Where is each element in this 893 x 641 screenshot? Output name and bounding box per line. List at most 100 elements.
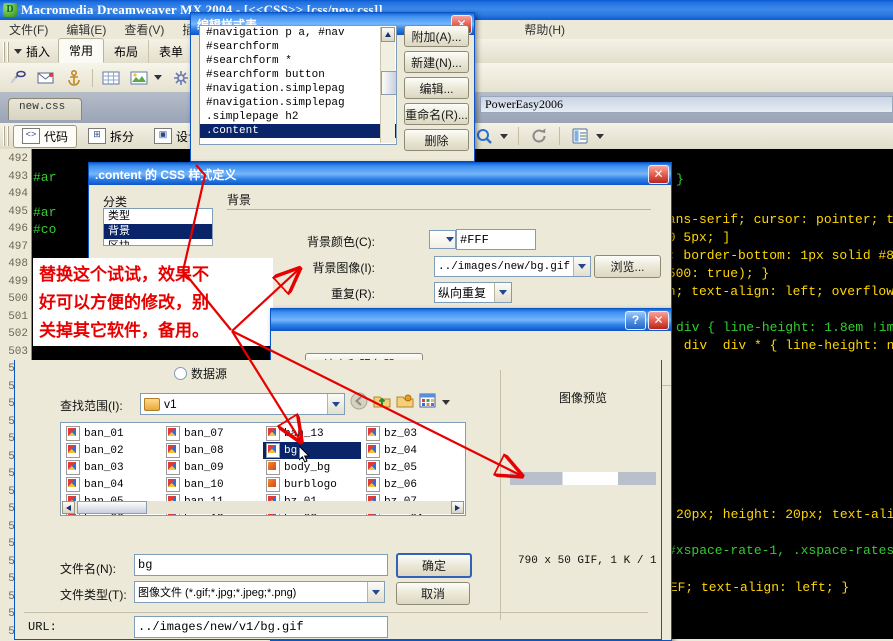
chevron-down-icon[interactable] — [596, 134, 604, 139]
stylesheet-rule-item[interactable]: #searchform button — [200, 68, 396, 82]
close-icon[interactable]: ✕ — [648, 165, 669, 184]
file-list-item[interactable]: ban_10 — [163, 476, 261, 493]
chevron-down-icon[interactable] — [500, 134, 508, 139]
css-definition-titlebar[interactable]: .content 的 CSS 样式定义 ✕ — [89, 163, 671, 185]
cancel-button[interactable]: 取消 — [396, 582, 470, 605]
image-file-icon — [66, 477, 80, 492]
insert-tab-layout[interactable]: 布局 — [104, 40, 149, 63]
category-item[interactable]: 类型 — [104, 209, 212, 224]
rename-button[interactable]: 重命名(R)... — [404, 103, 469, 125]
scrollbar-thumb[interactable] — [381, 71, 397, 95]
category-item[interactable]: 背景 — [104, 224, 212, 239]
scroll-left-button[interactable] — [62, 501, 75, 514]
file-list-item[interactable]: ban_01 — [63, 425, 161, 442]
menu-help[interactable]: 帮助(H) — [515, 20, 574, 39]
file-list-hscrollbar[interactable] — [62, 501, 464, 514]
menu-view[interactable]: 查看(V) — [115, 20, 173, 39]
view-split-button[interactable]: ⊞ 拆分 — [79, 125, 143, 148]
table-icon[interactable] — [100, 67, 122, 89]
new-folder-icon[interactable] — [396, 393, 414, 412]
preview-browser-icon[interactable] — [473, 125, 495, 147]
file-list-item[interactable]: bg — [263, 442, 361, 459]
file-name-label: ban_04 — [84, 479, 124, 491]
insert-tab-common[interactable]: 常用 — [58, 38, 104, 63]
anchor-icon[interactable] — [63, 67, 85, 89]
view-code-button[interactable]: <> 代码 — [13, 125, 77, 148]
file-list-item[interactable]: bz_05 — [363, 459, 461, 476]
chevron-down-icon[interactable] — [327, 394, 344, 414]
new-button[interactable]: 新建(N)... — [404, 51, 469, 73]
file-management-icon[interactable] — [569, 125, 591, 147]
insert-tab-forms[interactable]: 表单 — [149, 40, 194, 63]
up-folder-icon[interactable] — [373, 393, 391, 412]
stylesheet-rule-item[interactable]: .content — [200, 124, 396, 138]
attach-button[interactable]: 附加(A)... — [404, 25, 469, 47]
chevron-down-icon[interactable] — [494, 283, 511, 302]
data-source-radio[interactable]: 数据源 — [174, 365, 227, 382]
url-input[interactable]: ../images/new/v1/bg.gif — [134, 616, 388, 638]
select-image-titlebar[interactable]: ? ✕ — [271, 309, 671, 331]
chevron-down-icon[interactable] — [367, 582, 384, 602]
close-icon[interactable]: ✕ — [648, 311, 669, 330]
ok-button[interactable]: 确定 — [396, 553, 472, 578]
category-list[interactable]: 类型背景区块 — [103, 208, 213, 246]
chevron-down-icon[interactable] — [442, 400, 450, 405]
browse-button[interactable]: 浏览... — [594, 255, 661, 278]
document-title-field[interactable]: PowerEasy2006 — [480, 96, 893, 113]
document-tab-new-css[interactable]: new.css — [8, 98, 82, 120]
stylesheet-rule-item[interactable]: #searchform * — [200, 54, 396, 68]
filetype-combo[interactable]: 图像文件 (*.gif;*.jpg;*.jpeg;*.png) — [134, 581, 385, 603]
stylesheet-rule-list[interactable]: #navigation p a, #nav#searchform#searchf… — [199, 25, 397, 145]
help-icon[interactable]: ? — [625, 311, 646, 330]
file-name-label: bz_04 — [384, 445, 417, 457]
stylesheet-rule-item[interactable]: #searchform — [200, 40, 396, 54]
file-list-item[interactable]: ban_02 — [63, 442, 161, 459]
insert-image-dropdown[interactable] — [156, 67, 164, 89]
file-list-item[interactable]: ban_13 — [263, 425, 361, 442]
file-list-pane[interactable]: ban_01ban_02ban_03ban_04ban_05ban_06ban_… — [60, 422, 466, 516]
file-list-item[interactable]: bz_04 — [363, 442, 461, 459]
line-number: 498 — [0, 256, 31, 274]
stylesheet-rule-item[interactable]: #navigation.simplepag — [200, 96, 396, 110]
scroll-right-button[interactable] — [451, 501, 464, 514]
bg-color-input[interactable]: #FFF — [456, 229, 536, 250]
file-list-item[interactable]: bz_06 — [363, 476, 461, 493]
bg-color-swatch[interactable] — [429, 230, 456, 249]
file-list-item[interactable]: body_bg — [263, 459, 361, 476]
email-link-icon[interactable] — [35, 67, 57, 89]
file-list-item[interactable]: ban_04 — [63, 476, 161, 493]
insert-panel-toggle[interactable]: 插入 — [12, 40, 58, 63]
scroll-trough[interactable] — [75, 501, 451, 514]
chevron-down-icon[interactable] — [573, 257, 590, 276]
category-item[interactable]: 区块 — [104, 239, 212, 246]
views-icon[interactable] — [419, 393, 437, 412]
file-list-item[interactable]: ban_07 — [163, 425, 261, 442]
hyperlink-icon[interactable] — [7, 67, 29, 89]
viewbar-grip[interactable] — [3, 126, 10, 146]
file-list-item[interactable]: ban_09 — [163, 459, 261, 476]
file-list-item[interactable]: bz_03 — [363, 425, 461, 442]
look-in-combo[interactable]: v1 — [140, 393, 345, 415]
vertical-scrollbar[interactable] — [380, 27, 395, 143]
repeat-combo[interactable]: 纵向重复 — [434, 282, 512, 303]
insertbar-grip[interactable] — [3, 42, 10, 62]
bg-image-combo[interactable]: ../images/new/bg.gif — [434, 256, 591, 277]
back-icon[interactable] — [350, 392, 368, 413]
filename-input[interactable]: bg — [134, 554, 388, 576]
file-list-item[interactable]: burblogo — [263, 476, 361, 493]
stylesheet-rule-item[interactable]: .simplepage h2 — [200, 110, 396, 124]
file-list-item[interactable]: ban_08 — [163, 442, 261, 459]
file-name-label: ban_10 — [184, 479, 224, 491]
insert-image-icon[interactable] — [128, 67, 150, 89]
scrollbar-thumb[interactable] — [77, 501, 147, 514]
menu-edit[interactable]: 编辑(E) — [57, 20, 115, 39]
delete-button[interactable]: 删除 — [404, 129, 469, 151]
edit-button[interactable]: 编辑... — [404, 77, 469, 99]
menu-file[interactable]: 文件(F) — [0, 20, 57, 39]
refresh-icon[interactable] — [528, 125, 550, 147]
file-list-item[interactable]: ban_03 — [63, 459, 161, 476]
scroll-up-button[interactable] — [381, 27, 395, 42]
stylesheet-rule-item[interactable]: #navigation.simplepag — [200, 82, 396, 96]
media-icon[interactable] — [170, 67, 192, 89]
stylesheet-rule-item[interactable]: #navigation p a, #nav — [200, 26, 396, 40]
